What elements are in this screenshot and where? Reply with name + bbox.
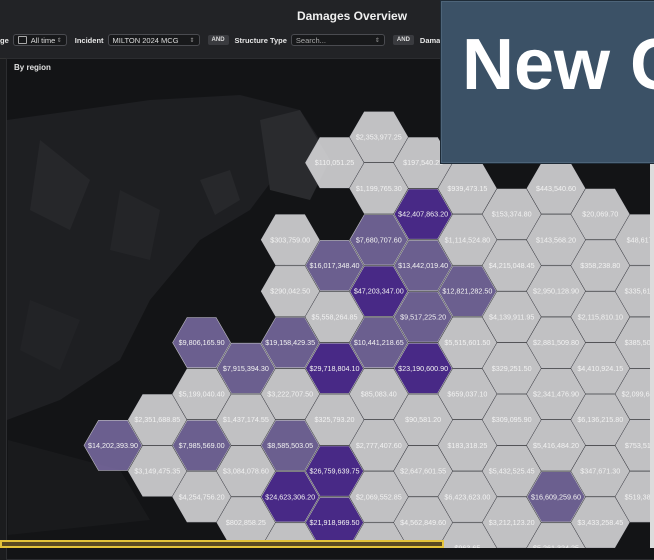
region-hex-label: $183,318.25 [447,441,487,450]
region-hex-label: $2,881,509.80 [533,338,579,347]
region-hex-label: $2,351,688.85 [134,415,180,424]
region-hex-label: $20,069.70 [582,210,618,219]
region-hex-label: $3,149,475.35 [134,467,180,476]
region-hex-label: $5,199,040.40 [179,390,225,399]
region-hex-label: $2,777,407.60 [356,441,402,450]
region-hex-label: $1,437,174.55 [223,415,269,424]
region-hex-label: $290,042.50 [270,287,310,296]
region-hex-label: $4,139,911.95 [489,312,534,321]
region-hex-label: $6,423,623.00 [444,492,490,501]
region-hex-label: $7,915,394.30 [223,364,269,373]
region-hex-label: $5,432,525.45 [489,467,535,476]
region-hex-label: $85,083.40 [361,390,397,399]
region-hex-label: $14,202,393.90 [88,441,138,450]
region-hex-label: $2,647,601.55 [400,467,446,476]
region-hex-label: $16,609,259.60 [531,492,581,501]
region-hex-label: $939,473.15 [447,184,487,193]
region-hex-label: $4,254,756.20 [179,492,225,501]
map-edge [650,160,654,548]
region-hex-label: $6,136,215.80 [577,415,623,424]
region-hex-label: $358,238.80 [580,261,620,270]
region-hex-label: $963.65 [454,544,480,548]
region-hex-label: $16,017,348.40 [310,261,360,270]
region-hex-label: $21,918,969.50 [310,518,360,527]
region-hex-label: $5,416,484.20 [533,441,579,450]
region-hex-label: $2,341,476.90 [533,390,579,399]
region-hex-label: $29,718,804.10 [310,364,360,373]
region-hex-label: $110,051.25 [315,158,354,167]
region-hex-label: $13,442,019.40 [398,261,448,270]
region-hex-label: $2,353,977.25 [356,133,402,142]
region-hex-label: $3,433,258.45 [577,518,623,527]
region-hex-label: $5,261,324.25 [533,544,579,548]
region-hex-label: $802,858.25 [226,518,266,527]
region-hex-label: $24,623,306.20 [265,492,315,501]
region-hex-label: $26,759,639.75 [310,467,360,476]
region-hex-label: $1,199,765.30 [356,184,402,193]
region-hex-label: $443,540.60 [536,184,576,193]
region-hex-label: $303,759.00 [270,235,310,244]
region-hex-label: $5,515,601.50 [444,338,490,347]
region-hex-label: $325,793.20 [315,415,355,424]
region-hex-label: $4,215,048.45 [489,261,535,270]
region-hex-label: $9,806,165.90 [179,338,225,347]
region-hex-label: $143,568.20 [536,235,576,244]
region-hex-label: $3,212,123.20 [489,518,535,527]
region-hex-label: $659,037.10 [447,390,487,399]
region-hex-label: $7,680,707.60 [356,235,402,244]
region-hex-label: $9,517,225.20 [400,312,446,321]
region-hex-label: $3,084,078.60 [223,467,269,476]
region-hex-label: $4,410,924.15 [577,364,623,373]
region-hex-label: $153,374.80 [492,210,532,219]
region-hex-label: $2,069,552.85 [356,492,402,501]
region-hex-label: $7,985,569.00 [179,441,225,450]
region-hex-label: $90,581.20 [405,415,441,424]
region-hex-label: $1,114,524.80 [445,235,490,244]
region-hex-label: $10,441,218.65 [354,338,404,347]
region-hex-label: $2,115,810.10 [578,312,623,321]
region-hex-label: $19,158,429.35 [265,338,315,347]
region-hex-label: $329,251.50 [492,364,532,373]
legend-strip [0,540,444,548]
region-hex-label: $8,585,503.05 [267,441,313,450]
region-hex-label: $4,562,849.60 [400,518,446,527]
region-hex-label: $23,190,600.90 [398,364,448,373]
region-hex-label: $47,203,347.00 [354,287,404,296]
overlay-heading: New C [462,25,654,105]
region-hex-label: $12,821,282.50 [442,287,492,296]
region-hex-label: $5,558,264.85 [312,312,358,321]
region-hex-label: $197,540.25 [403,158,443,167]
region-hex-label: $2,950,128.90 [533,287,579,296]
region-hex-label: $347,671.30 [580,467,620,476]
region-hex-label: $3,222,707.50 [267,390,313,399]
region-hex-label: $42,407,863.20 [398,210,448,219]
region-hex-label: $309,095.90 [492,415,532,424]
